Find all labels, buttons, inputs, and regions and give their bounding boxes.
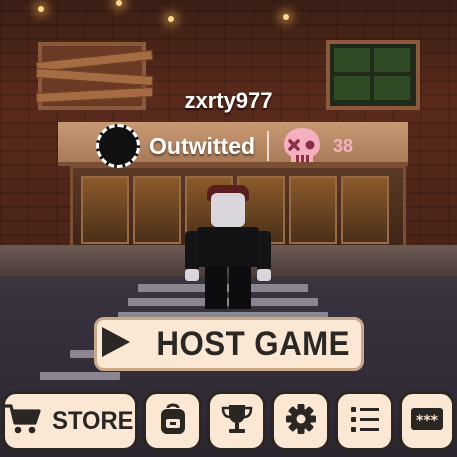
avatar-leg <box>205 267 227 309</box>
store-window <box>341 176 389 244</box>
menu-list-button[interactable] <box>335 391 394 451</box>
play-icon <box>100 325 132 363</box>
store-label: STORE <box>52 406 134 435</box>
wall-lamp <box>283 14 289 20</box>
codes-button[interactable]: *** <box>399 391 455 451</box>
player-avatar-thumb[interactable] <box>96 124 140 168</box>
avatar-hand <box>257 269 271 281</box>
backpack-icon <box>157 402 189 440</box>
store-window <box>289 176 337 244</box>
avatar-leg <box>229 267 251 309</box>
bottom-toolbar: STORE *** <box>0 389 457 455</box>
player-display-name: Outwitted <box>149 132 256 159</box>
wall-lamp <box>38 6 44 12</box>
status-divider <box>267 131 270 161</box>
skull-icon <box>281 126 323 166</box>
host-game-label: HOST GAME <box>156 324 350 363</box>
avatar-head <box>211 193 245 227</box>
list-icon <box>349 404 381 438</box>
gear-icon <box>284 402 318 440</box>
crosswalk-stripe <box>40 372 120 380</box>
window-pane <box>334 48 370 72</box>
store-window <box>133 176 181 244</box>
store-button[interactable]: STORE <box>2 391 138 451</box>
host-game-button[interactable]: HOST GAME <box>94 317 364 371</box>
player-status-bar: Outwitted 38 <box>96 122 366 170</box>
avatar-hand <box>185 269 199 281</box>
cart-icon <box>4 403 42 439</box>
player-avatar <box>185 185 275 315</box>
avatar-arm <box>185 231 199 271</box>
wall-lamp <box>168 16 174 22</box>
avatar-torso <box>197 227 259 267</box>
wall-lamp <box>116 0 122 6</box>
code-icon: *** <box>409 405 445 437</box>
kill-count: 38 <box>333 135 354 156</box>
window-pane <box>374 48 410 72</box>
window-board <box>35 67 154 87</box>
svg-text:***: *** <box>416 413 439 429</box>
avatar-arm <box>257 231 271 271</box>
store-window <box>81 176 129 244</box>
settings-button[interactable] <box>271 391 330 451</box>
trophy-icon <box>220 402 254 440</box>
player-username: zxrty977 <box>184 88 273 113</box>
inventory-button[interactable] <box>143 391 202 451</box>
leaderboard-button[interactable] <box>207 391 266 451</box>
